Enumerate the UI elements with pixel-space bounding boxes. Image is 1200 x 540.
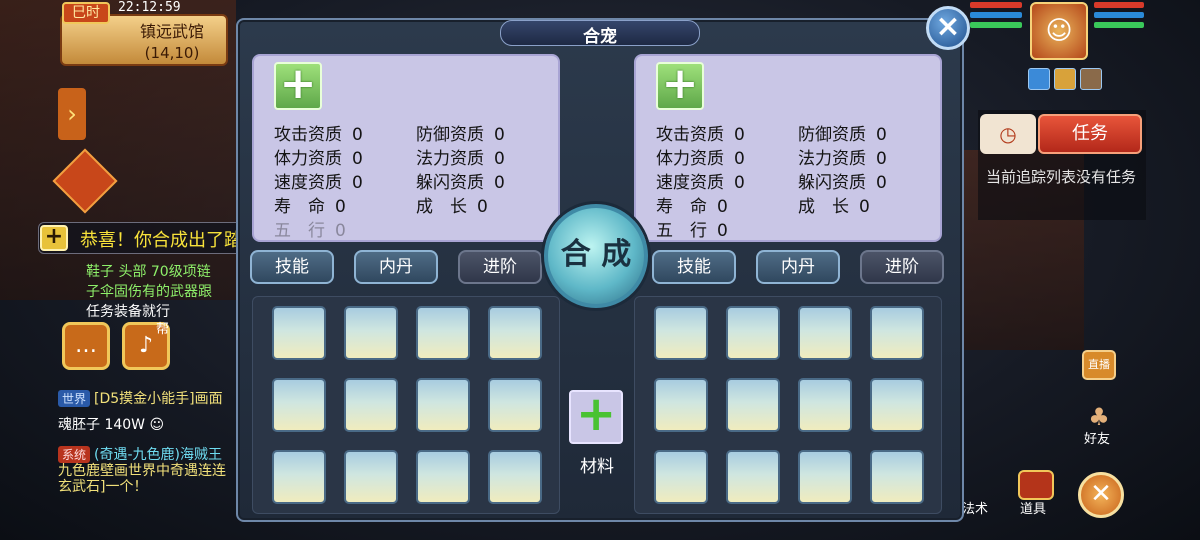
close-menu-icon[interactable]: ✕ (1078, 472, 1124, 518)
skill-slot[interactable] (416, 306, 470, 360)
emoji-icon: ☺ (145, 417, 165, 433)
buff-icons (1028, 68, 1140, 90)
stat-stamina: 体力资质 0 (656, 149, 745, 169)
skill-slot[interactable] (416, 378, 470, 432)
add-pet-left-icon[interactable]: + (274, 62, 322, 110)
skill-slot[interactable] (870, 450, 924, 504)
material-label: 材料 (580, 457, 614, 477)
close-icon[interactable]: × (926, 6, 970, 50)
stat-growth: 成 长0 (798, 197, 870, 217)
backpack-icon[interactable] (1018, 470, 1054, 500)
skill-slot[interactable] (488, 450, 542, 504)
world-message: 魂胚子 140W (58, 417, 146, 433)
quest-line: 子伞固伤有的武器跟 (86, 284, 212, 300)
skill-slot[interactable] (654, 306, 708, 360)
tab-advance-right[interactable]: 进阶 (860, 250, 944, 284)
stat-element: 五 行0 (656, 221, 728, 241)
player-avatar[interactable]: ☺ (1030, 2, 1088, 60)
world-tag: 世界 (58, 390, 91, 407)
tv-icon[interactable]: 直播 (1082, 350, 1116, 380)
skill-slot[interactable] (344, 450, 398, 504)
system-message: 玄武石]一个！ (58, 479, 148, 495)
skill-slot[interactable] (870, 378, 924, 432)
skill-slot[interactable] (726, 450, 780, 504)
stat-mana: 法力资质 0 (798, 149, 887, 169)
stat-attack: 攻击资质 0 (274, 125, 363, 145)
stat-stamina: 体力资质 0 (274, 149, 363, 169)
stat-defense: 防御资质 0 (798, 125, 887, 145)
mic-tag: 帮 (156, 322, 170, 337)
status-bars-right (1094, 2, 1144, 32)
chat-bubble-button[interactable]: … (62, 322, 110, 370)
stat-element: 五 行0 (274, 221, 346, 241)
location-coord: (14,10) (144, 44, 200, 62)
chat-line-world-msg: 魂胚子 140W ☺ (58, 414, 164, 434)
stat-defense: 防御资质 0 (416, 125, 505, 145)
skill-slot[interactable] (798, 378, 852, 432)
stat-lifespan: 寿 命0 (656, 197, 728, 217)
prop-label[interactable]: 道具 (1020, 498, 1046, 517)
friend-icon[interactable]: ♣ (1084, 404, 1114, 430)
stat-attack: 攻击资质 0 (656, 125, 745, 145)
spell-label[interactable]: 法术 (962, 498, 988, 517)
skill-slot[interactable] (344, 306, 398, 360)
stat-growth: 成 长0 (416, 197, 488, 217)
dialog-title: 合宠 (583, 27, 617, 47)
tab-advance-left[interactable]: 进阶 (458, 250, 542, 284)
skill-slot[interactable] (488, 378, 542, 432)
task-empty-text: 当前追踪列表没有任务 (986, 168, 1137, 186)
skill-slot[interactable] (272, 378, 326, 432)
stat-lifespan: 寿 命0 (274, 197, 346, 217)
add-pet-right-icon[interactable]: + (656, 62, 704, 110)
status-bars (970, 2, 1028, 42)
chat-line-world[interactable]: 世界 [D5摸金小能手]画面 (58, 388, 223, 408)
stat-mana: 法力资质 0 (416, 149, 505, 169)
world-user[interactable]: [D5摸金小能手] (94, 391, 195, 407)
timer-icon[interactable]: ◷ (980, 114, 1036, 154)
stat-speed: 速度资质 0 (656, 173, 745, 193)
tab-inner-core-left[interactable]: 内丹 (354, 250, 438, 284)
skill-slot[interactable] (416, 450, 470, 504)
stat-dodge: 躲闪资质 0 (416, 173, 505, 193)
skill-slot[interactable] (726, 378, 780, 432)
skill-slot[interactable] (870, 306, 924, 360)
buff-icon[interactable] (1080, 68, 1102, 90)
plus-icon[interactable]: + (40, 225, 68, 251)
skill-slot[interactable] (654, 378, 708, 432)
skill-slot[interactable] (272, 306, 326, 360)
skill-slot[interactable] (488, 306, 542, 360)
clock: 22:12:59 (118, 0, 181, 15)
skill-slot[interactable] (798, 306, 852, 360)
merge-button[interactable]: 合 成 (544, 204, 648, 308)
add-material-icon[interactable]: + (576, 390, 616, 438)
buff-icon[interactable] (1054, 68, 1076, 90)
skill-slot[interactable] (726, 306, 780, 360)
quest-text: 鞋子 头部 70级项链 子伞固伤有的武器跟 任务装备就行 (86, 262, 212, 322)
skill-slot[interactable] (344, 378, 398, 432)
skill-slot[interactable] (272, 450, 326, 504)
tab-skill-right[interactable]: 技能 (652, 250, 736, 284)
game-scene: 巳时 22:12:59 镇远武馆 (14,10) › 鞋子 头部 70级项链 子… (0, 0, 1200, 540)
stat-speed: 速度资质 0 (274, 173, 363, 193)
skill-slot[interactable] (654, 450, 708, 504)
task-button[interactable]: 任务 (1038, 114, 1142, 154)
quest-line: 鞋子 头部 70级项链 (86, 264, 211, 280)
skill-slot[interactable] (798, 450, 852, 504)
quest-line: 任务装备就行 (86, 304, 170, 320)
world-cut: 画面 (194, 391, 223, 407)
friend-label: 好友 (1084, 432, 1111, 447)
expand-arrow-icon[interactable]: › (58, 88, 86, 140)
stat-dodge: 躲闪资质 0 (798, 173, 887, 193)
location-name: 镇远武馆 (139, 22, 204, 41)
time-badge: 巳时 (62, 2, 110, 24)
buff-icon[interactable] (1028, 68, 1050, 90)
tab-inner-core-right[interactable]: 内丹 (756, 250, 840, 284)
tab-skill-left[interactable]: 技能 (250, 250, 334, 284)
